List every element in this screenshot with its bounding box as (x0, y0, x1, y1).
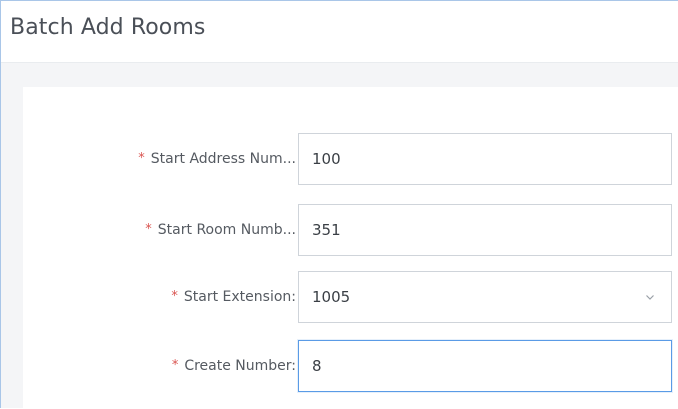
start-address-number-label: * Start Address Num... (96, 151, 296, 167)
form-row-start-extension: * Start Extension: 1005 (23, 271, 678, 323)
start-address-number-input[interactable] (298, 133, 672, 185)
required-star-icon: * (171, 358, 179, 373)
start-room-number-label-text: Start Room Numb... (157, 222, 296, 238)
create-number-label: * Create Number: (96, 358, 296, 374)
start-extension-label-text: Start Extension: (183, 289, 296, 305)
create-number-label-text: Create Number: (184, 358, 296, 374)
form-row-create-number: * Create Number: (23, 340, 678, 392)
dialog-title: Batch Add Rooms (10, 15, 206, 40)
dialog-header: Batch Add Rooms (1, 1, 678, 63)
chevron-down-icon (646, 295, 654, 300)
form-row-start-room-number: * Start Room Numb... (23, 204, 678, 256)
start-extension-select[interactable]: 1005 (298, 271, 672, 323)
form-row-start-address-number: * Start Address Num... (23, 133, 678, 185)
start-room-number-label: * Start Room Numb... (96, 222, 296, 238)
dialog-body: * Start Address Num... * Start Room Numb..… (23, 87, 678, 409)
start-extension-label: * Start Extension: (96, 289, 296, 305)
required-star-icon: * (145, 222, 152, 237)
start-room-number-input[interactable] (298, 204, 672, 256)
required-star-icon: * (138, 151, 145, 166)
create-number-input[interactable] (298, 340, 672, 392)
batch-add-rooms-dialog: Batch Add Rooms * Start Address Num... * S… (0, 0, 678, 409)
start-extension-selected-value: 1005 (312, 288, 351, 306)
start-address-number-label-text: Start Address Num... (150, 151, 296, 167)
required-star-icon: * (171, 289, 178, 304)
